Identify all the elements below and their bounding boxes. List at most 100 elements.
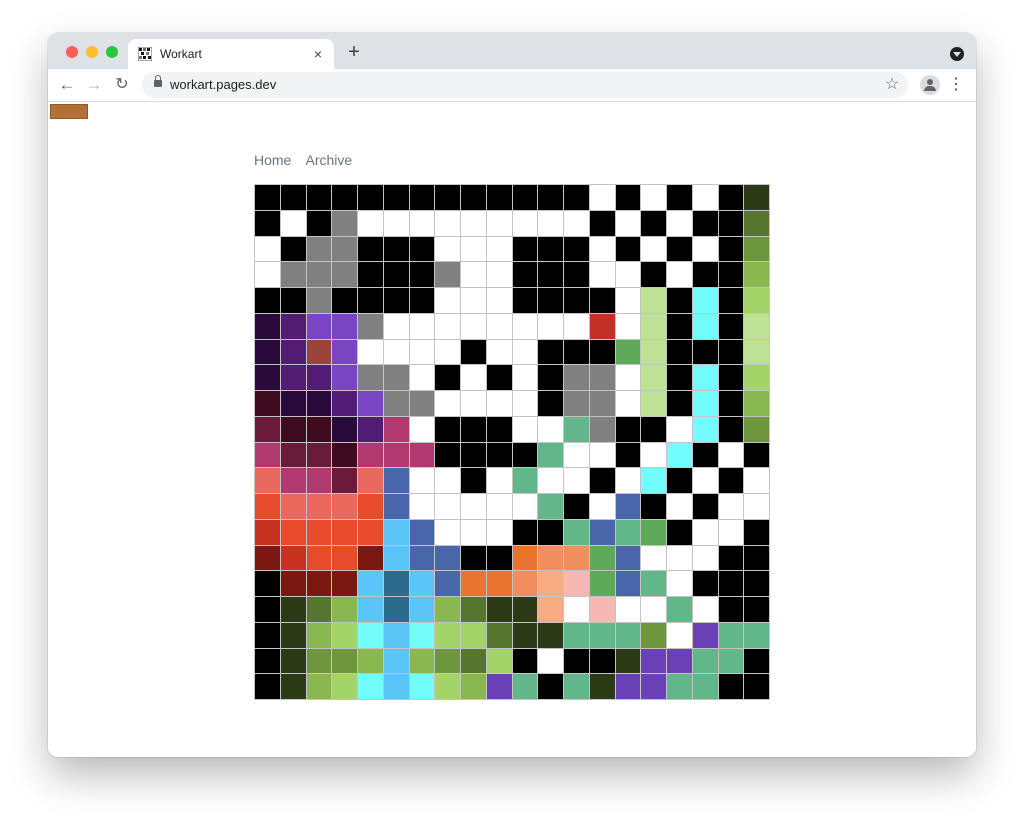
art-cell — [280, 262, 307, 288]
art-cell — [744, 262, 770, 288]
browser-window: Workart × + ← → ↻ workart.pages.dev ☆ ⋮ … — [48, 33, 976, 757]
art-cell — [383, 365, 410, 391]
art-cell — [615, 519, 642, 546]
art-cell — [564, 674, 590, 700]
art-cell — [692, 622, 719, 649]
art-cell — [564, 391, 590, 417]
art-cell — [280, 365, 307, 391]
lock-icon[interactable] — [154, 75, 162, 87]
art-cell — [435, 391, 461, 417]
art-cell — [461, 391, 487, 417]
art-cell — [486, 622, 513, 649]
art-cell — [332, 494, 358, 520]
art-cell — [306, 288, 333, 314]
art-cell — [255, 648, 281, 675]
art-cell — [486, 185, 513, 211]
art-cell — [589, 288, 616, 314]
browser-menu-icon[interactable]: ⋮ — [948, 75, 964, 95]
art-cell — [486, 391, 513, 417]
art-cell — [615, 339, 642, 366]
profile-avatar-icon[interactable] — [920, 75, 940, 95]
close-tab-icon[interactable]: × — [310, 46, 326, 62]
art-cell — [383, 442, 410, 469]
art-cell — [744, 210, 770, 237]
art-cell — [615, 648, 642, 675]
art-cell — [512, 622, 539, 649]
art-cell — [692, 442, 719, 469]
art-cell — [641, 391, 667, 417]
art-cell — [512, 391, 539, 417]
art-cell — [744, 391, 770, 417]
art-cell — [409, 262, 436, 288]
art-cell — [358, 545, 384, 572]
art-cell — [667, 622, 693, 649]
art-cell — [744, 365, 770, 391]
art-cell — [358, 442, 384, 469]
art-cell — [358, 494, 384, 520]
art-cell — [538, 313, 564, 340]
art-cell — [255, 365, 281, 391]
art-cell — [358, 313, 384, 340]
nav-link-home[interactable]: Home — [254, 152, 291, 168]
art-cell — [589, 391, 616, 417]
reload-icon[interactable]: ↻ — [110, 73, 134, 97]
art-cell — [589, 622, 616, 649]
art-cell — [358, 339, 384, 366]
art-cell — [718, 236, 745, 263]
art-cell — [486, 339, 513, 366]
art-cell — [435, 365, 461, 391]
address-bar[interactable]: workart.pages.dev ☆ — [142, 72, 908, 98]
art-cell — [538, 365, 564, 391]
art-cell — [306, 365, 333, 391]
art-cell — [383, 545, 410, 572]
art-cell — [461, 545, 487, 572]
color-swatch[interactable] — [50, 104, 88, 119]
art-cell — [280, 391, 307, 417]
art-cell — [280, 597, 307, 623]
art-cell — [564, 648, 590, 675]
minimize-window-button[interactable] — [86, 46, 98, 58]
art-cell — [589, 545, 616, 572]
art-cell — [358, 236, 384, 263]
tab-search-icon[interactable] — [950, 47, 964, 61]
art-cell — [461, 571, 487, 597]
art-cell — [589, 597, 616, 623]
art-cell — [306, 210, 333, 237]
url-text[interactable]: workart.pages.dev — [170, 77, 276, 92]
forward-icon[interactable]: → — [82, 73, 106, 97]
art-cell — [692, 545, 719, 572]
art-cell — [744, 468, 770, 494]
art-cell — [615, 494, 642, 520]
art-cell — [255, 494, 281, 520]
art-cell — [667, 468, 693, 494]
art-cell — [718, 571, 745, 597]
nav-link-archive[interactable]: Archive — [305, 152, 352, 168]
art-cell — [409, 416, 436, 443]
art-cell — [538, 236, 564, 263]
close-window-button[interactable] — [66, 46, 78, 58]
art-cell — [306, 468, 333, 494]
art-cell — [255, 236, 281, 263]
art-cell — [641, 185, 667, 211]
back-icon[interactable]: ← — [55, 73, 79, 97]
art-cell — [564, 519, 590, 546]
art-cell — [486, 288, 513, 314]
art-cell — [641, 622, 667, 649]
tab-workart[interactable]: Workart × — [128, 39, 334, 69]
new-tab-button[interactable]: + — [344, 42, 364, 62]
bookmark-star-icon[interactable]: ☆ — [882, 75, 902, 95]
art-cell — [564, 597, 590, 623]
art-cell — [589, 416, 616, 443]
art-cell — [718, 494, 745, 520]
art-cell — [255, 288, 281, 314]
tab-bar: Workart × + — [48, 33, 976, 69]
art-cell — [383, 185, 410, 211]
art-cell — [538, 622, 564, 649]
art-cell — [306, 622, 333, 649]
art-cell — [486, 365, 513, 391]
art-cell — [435, 262, 461, 288]
art-cell — [486, 210, 513, 237]
maximize-window-button[interactable] — [106, 46, 118, 58]
art-cell — [538, 416, 564, 443]
art-cell — [358, 185, 384, 211]
